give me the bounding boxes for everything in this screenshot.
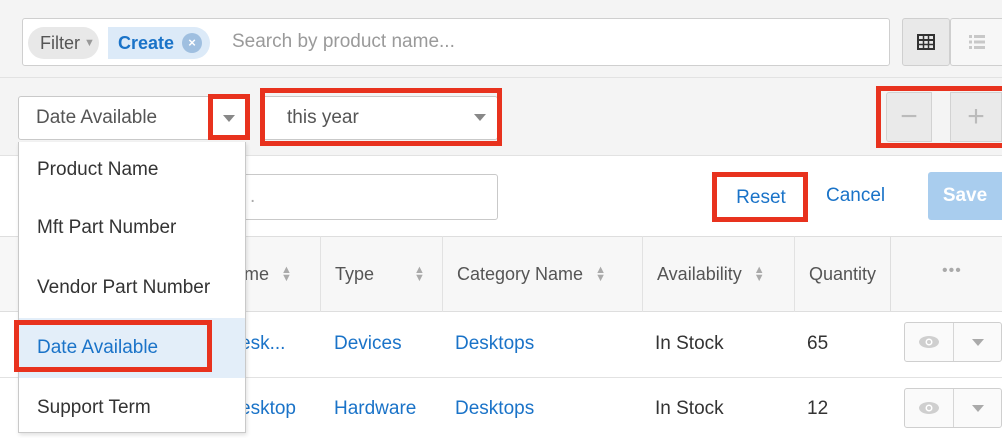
cell-name[interactable]: esktop [240,398,296,419]
list-view-icon [968,35,985,49]
column-header-label: Type [335,263,375,284]
cell-category[interactable]: Desktops [455,398,534,419]
filter-value-input[interactable] [240,174,498,220]
column-header-label: Category Name [457,263,584,284]
preview-button[interactable] [905,389,954,427]
table-view-button[interactable] [902,18,950,66]
eye-icon [919,402,939,414]
field-select-value: Date Available [36,107,158,128]
sort-icon: ▲ ▼ [753,264,765,284]
column-header-type[interactable]: Type ▲ ▼ [320,236,442,312]
filter-value-placeholder: . [250,186,256,207]
chevron-down-icon: ▼ [84,37,95,49]
highlight-box [712,172,808,222]
table-view-icon [917,34,935,50]
column-header-category[interactable]: Category Name ▲ ▼ [442,236,642,312]
cell-type[interactable]: Hardware [334,398,416,419]
preview-button[interactable] [905,323,954,361]
more-columns-icon[interactable]: ••• [942,262,962,280]
create-label: Create [118,32,175,53]
save-button[interactable]: Save [928,172,1002,220]
option-mft-part-number[interactable]: Mft Part Number [19,198,245,258]
filter-label: Filter [40,32,80,53]
cell-availability: In Stock [655,333,724,354]
cancel-button[interactable]: Cancel [826,185,885,207]
list-view-button[interactable] [950,18,1002,66]
column-header-label: Availability [657,263,742,284]
cell-name[interactable]: esk... [240,333,285,354]
option-product-name[interactable]: Product Name [19,140,245,200]
column-header-label: me [244,263,270,284]
search-input[interactable]: Search by product name... [232,31,455,53]
highlight-box [876,86,1002,148]
column-header-label: Quantity [809,263,877,284]
column-header-availability[interactable]: Availability ▲ ▼ [642,236,794,312]
sort-icon: ▲ ▼ [595,264,606,284]
row-menu-button[interactable] [954,323,1001,361]
row-menu-button[interactable] [954,389,1001,427]
option-support-term[interactable]: Support Term [19,378,245,438]
filter-dropdown[interactable]: Filter ▼ [28,27,99,59]
chevron-down-icon [971,404,984,412]
sort-icon: ▲ ▼ [281,264,292,284]
highlight-box [260,88,502,146]
cell-category[interactable]: Desktops [455,333,534,354]
row-actions [904,322,1002,362]
create-filter-pill[interactable]: Create × [108,27,211,59]
option-vendor-part-number[interactable]: Vendor Part Number [19,258,245,318]
cell-type[interactable]: Devices [334,333,402,354]
highlight-box [208,94,250,140]
eye-icon [919,336,939,348]
cell-quantity: 12 [807,398,829,419]
row-actions [904,388,1002,428]
highlight-box [14,320,212,372]
column-header-quantity[interactable]: Quantity [794,236,890,312]
close-icon[interactable]: × [182,33,203,53]
sort-icon: ▲ ▼ [414,264,425,284]
cell-availability: In Stock [655,398,724,419]
chevron-down-icon [971,338,984,346]
cell-quantity: 65 [807,333,829,354]
